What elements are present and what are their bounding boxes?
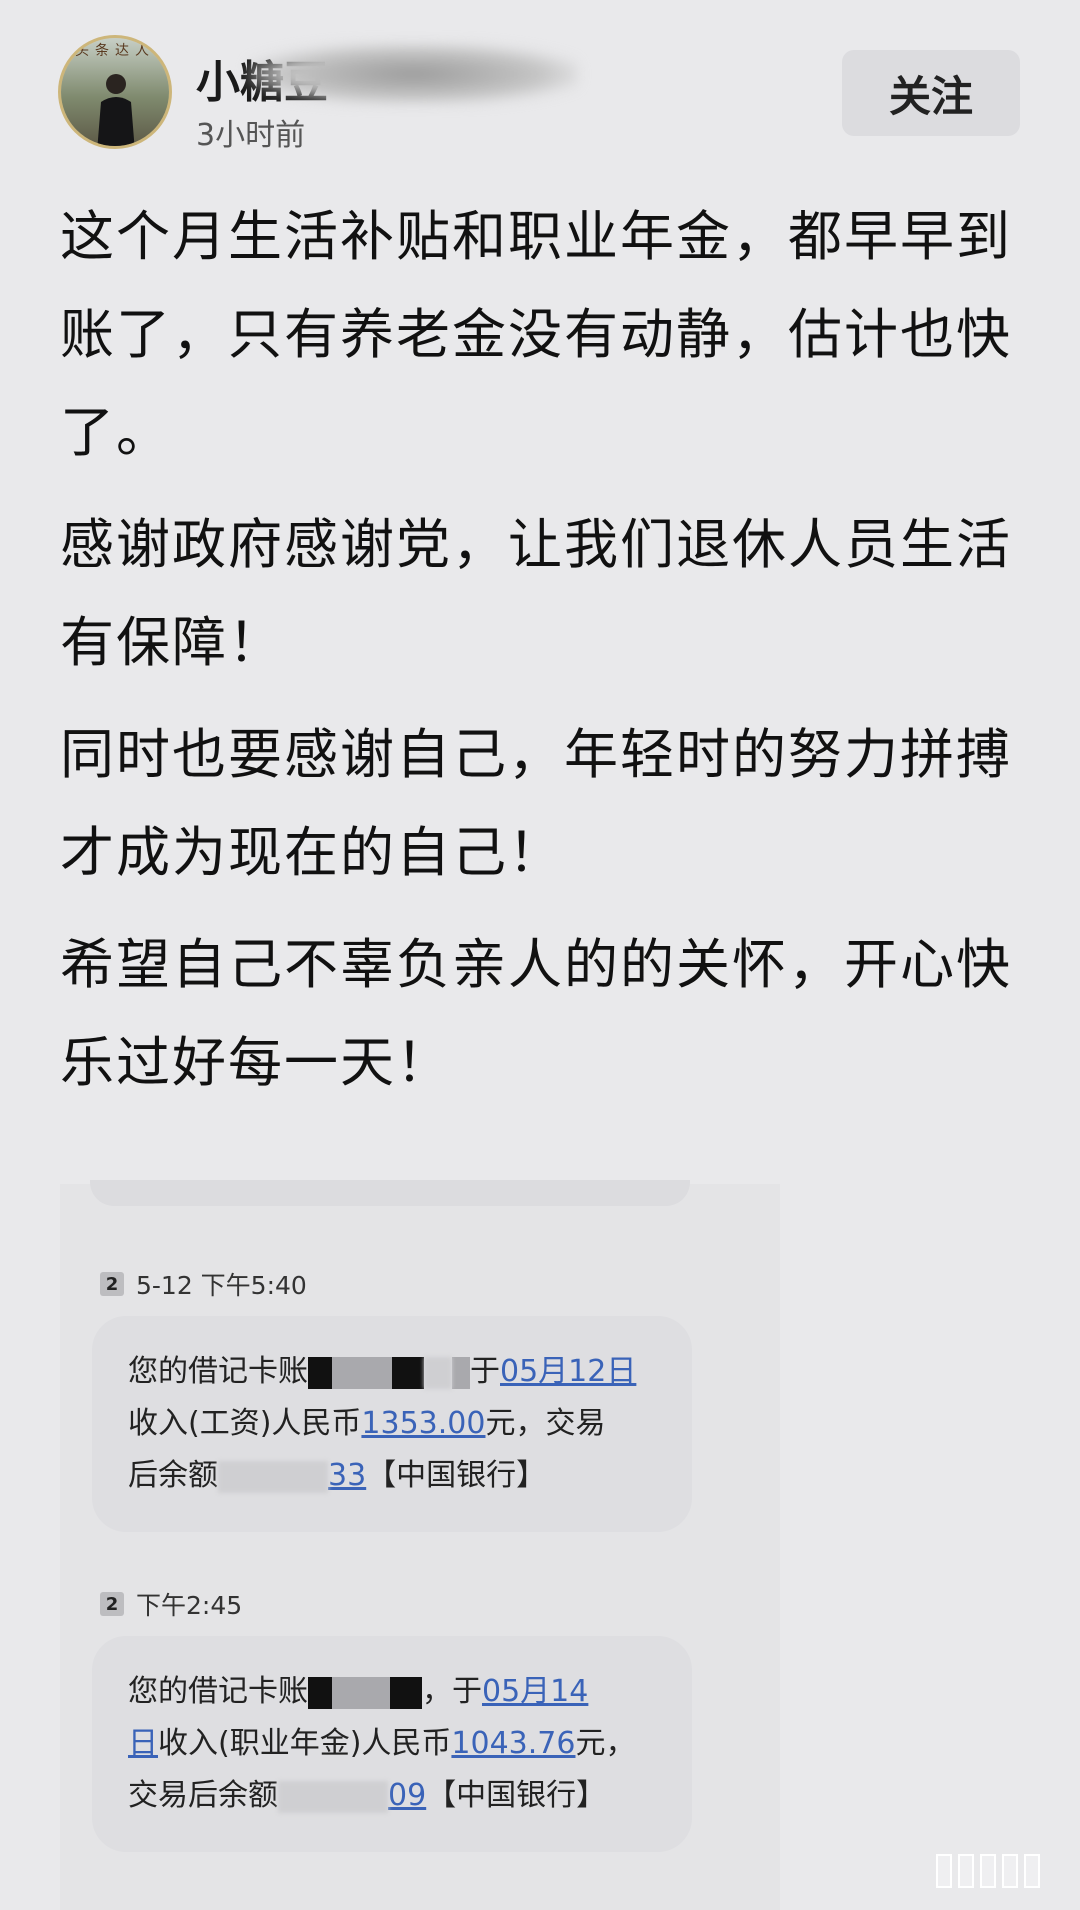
redaction [390,1676,422,1709]
redaction [424,1356,452,1389]
avatar[interactable]: 头条达人 [58,35,172,149]
message-text: 于 [470,1354,500,1389]
follow-button[interactable]: 关注 [842,50,1020,136]
message-bubble: 您的借记卡账 于05月12日 收入(工资)人民币1353.00元，交易 后余额 33… [92,1316,692,1532]
redaction [332,1356,392,1389]
sms-screenshot-image[interactable]: 2 5-12 下午5:40 您的借记卡账 于05月12日 收入(工资)人民币135… [60,1180,780,1910]
date-link[interactable]: 05月14 [482,1674,588,1709]
message-text: 后余额 [128,1458,218,1493]
message-time: 下午2:45 [136,1591,243,1620]
watermark-logo [936,1854,1040,1888]
person-figure-icon [97,74,135,146]
post-header: 头条达人 小糖豆 3小时前 关注 [0,0,1080,170]
message-text: 【中国银行】 [426,1778,607,1813]
message-text: 收入(工资)人民币 [128,1406,362,1441]
redaction [218,1460,328,1493]
previous-message-bubble [90,1180,690,1206]
message-text: 元， [575,1726,636,1761]
balance-link[interactable]: 09 [388,1778,426,1813]
redaction [452,1356,470,1389]
sim-icon: 2 [100,1272,124,1296]
date-link[interactable]: 日 [128,1726,158,1761]
message-text: 您的借记卡账 [128,1354,308,1389]
sim-icon: 2 [100,1592,124,1616]
message-bubble: 您的借记卡账 ，于05月14 日收入(职业年金)人民币1043.76元， 交易后余… [92,1636,692,1852]
amount-link[interactable]: 1043.76 [451,1726,575,1761]
redaction [308,1676,332,1709]
message-meta: 2 下午2:45 [100,1586,242,1622]
amount-link[interactable]: 1353.00 [361,1406,485,1441]
post-paragraph-1: 这个月生活补贴和职业年金，都早早到账了，只有养老金没有动静，估计也快了。 [60,205,1012,464]
message-text: 元，交易 [485,1406,606,1441]
avatar-banner: 头条达人 [75,43,155,59]
post-time: 3小时前 [196,118,306,153]
message-meta: 2 5-12 下午5:40 [100,1266,307,1302]
message-text: ，于 [422,1674,482,1709]
message-text: 【中国银行】 [366,1458,547,1493]
redaction [308,1356,332,1389]
redaction [392,1356,424,1389]
post-paragraph-2: 感谢政府感谢党，让我们退休人员生活有保障！ [60,513,1012,674]
message-text: 收入(职业年金)人民币 [158,1726,452,1761]
redaction [332,1676,390,1709]
redaction [278,1780,388,1813]
message-text: 您的借记卡账 [128,1674,308,1709]
message-time: 5-12 下午5:40 [136,1271,307,1300]
balance-link[interactable]: 33 [328,1458,366,1493]
post-paragraph-3: 同时也要感谢自己，年轻时的努力拼搏才成为现在的自己！ [60,723,1012,884]
post-body: 这个月生活补贴和职业年金，都早早到账了，只有养老金没有动静，估计也快了。 感谢政… [60,188,1020,1126]
post-paragraph-4: 希望自己不辜负亲人的的关怀，开心快乐过好每一天！ [60,933,1012,1094]
message-text: 交易后余额 [128,1778,278,1813]
redacted-username-overlay [248,44,578,104]
date-link[interactable]: 05月12日 [500,1354,636,1389]
